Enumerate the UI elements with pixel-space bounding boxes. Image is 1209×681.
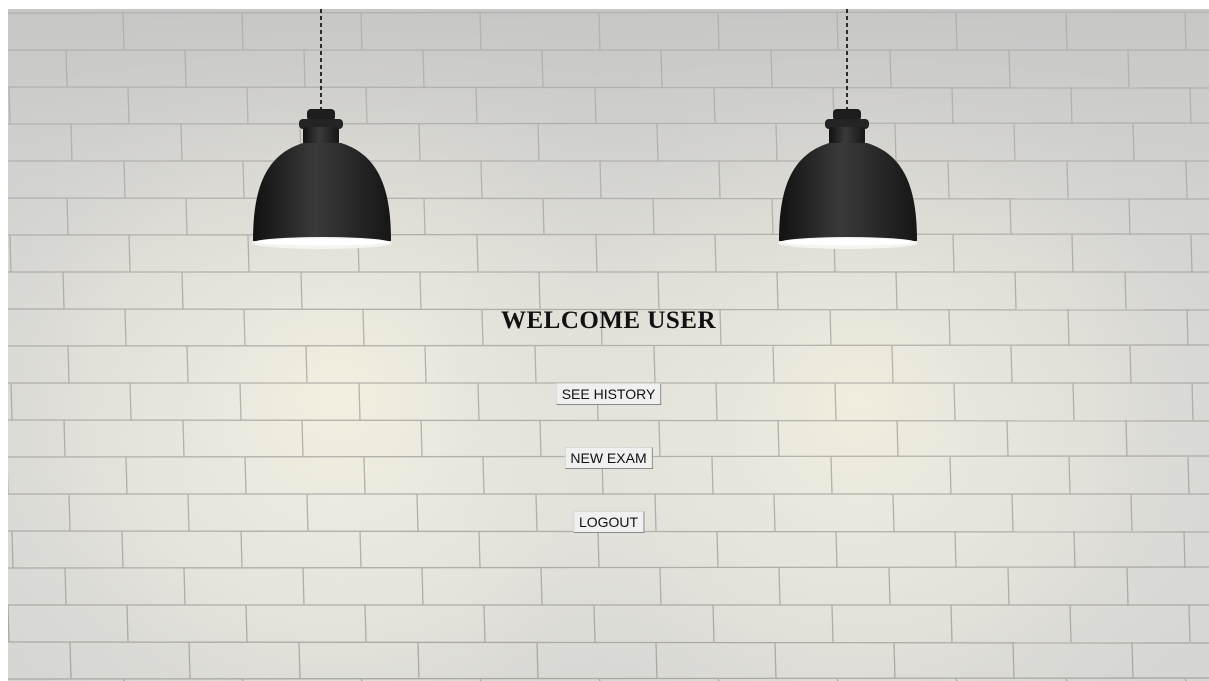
page-title: WELCOME USER — [500, 307, 717, 334]
see-history-button[interactable]: SEE HISTORY — [555, 383, 662, 405]
page-frame: WELCOME USER SEE HISTORY NEW EXAM LOGOUT — [8, 9, 1209, 681]
logout-button[interactable]: LOGOUT — [572, 511, 645, 533]
new-exam-button[interactable]: NEW EXAM — [564, 447, 653, 469]
main-content: WELCOME USER SEE HISTORY NEW EXAM LOGOUT — [8, 9, 1209, 681]
